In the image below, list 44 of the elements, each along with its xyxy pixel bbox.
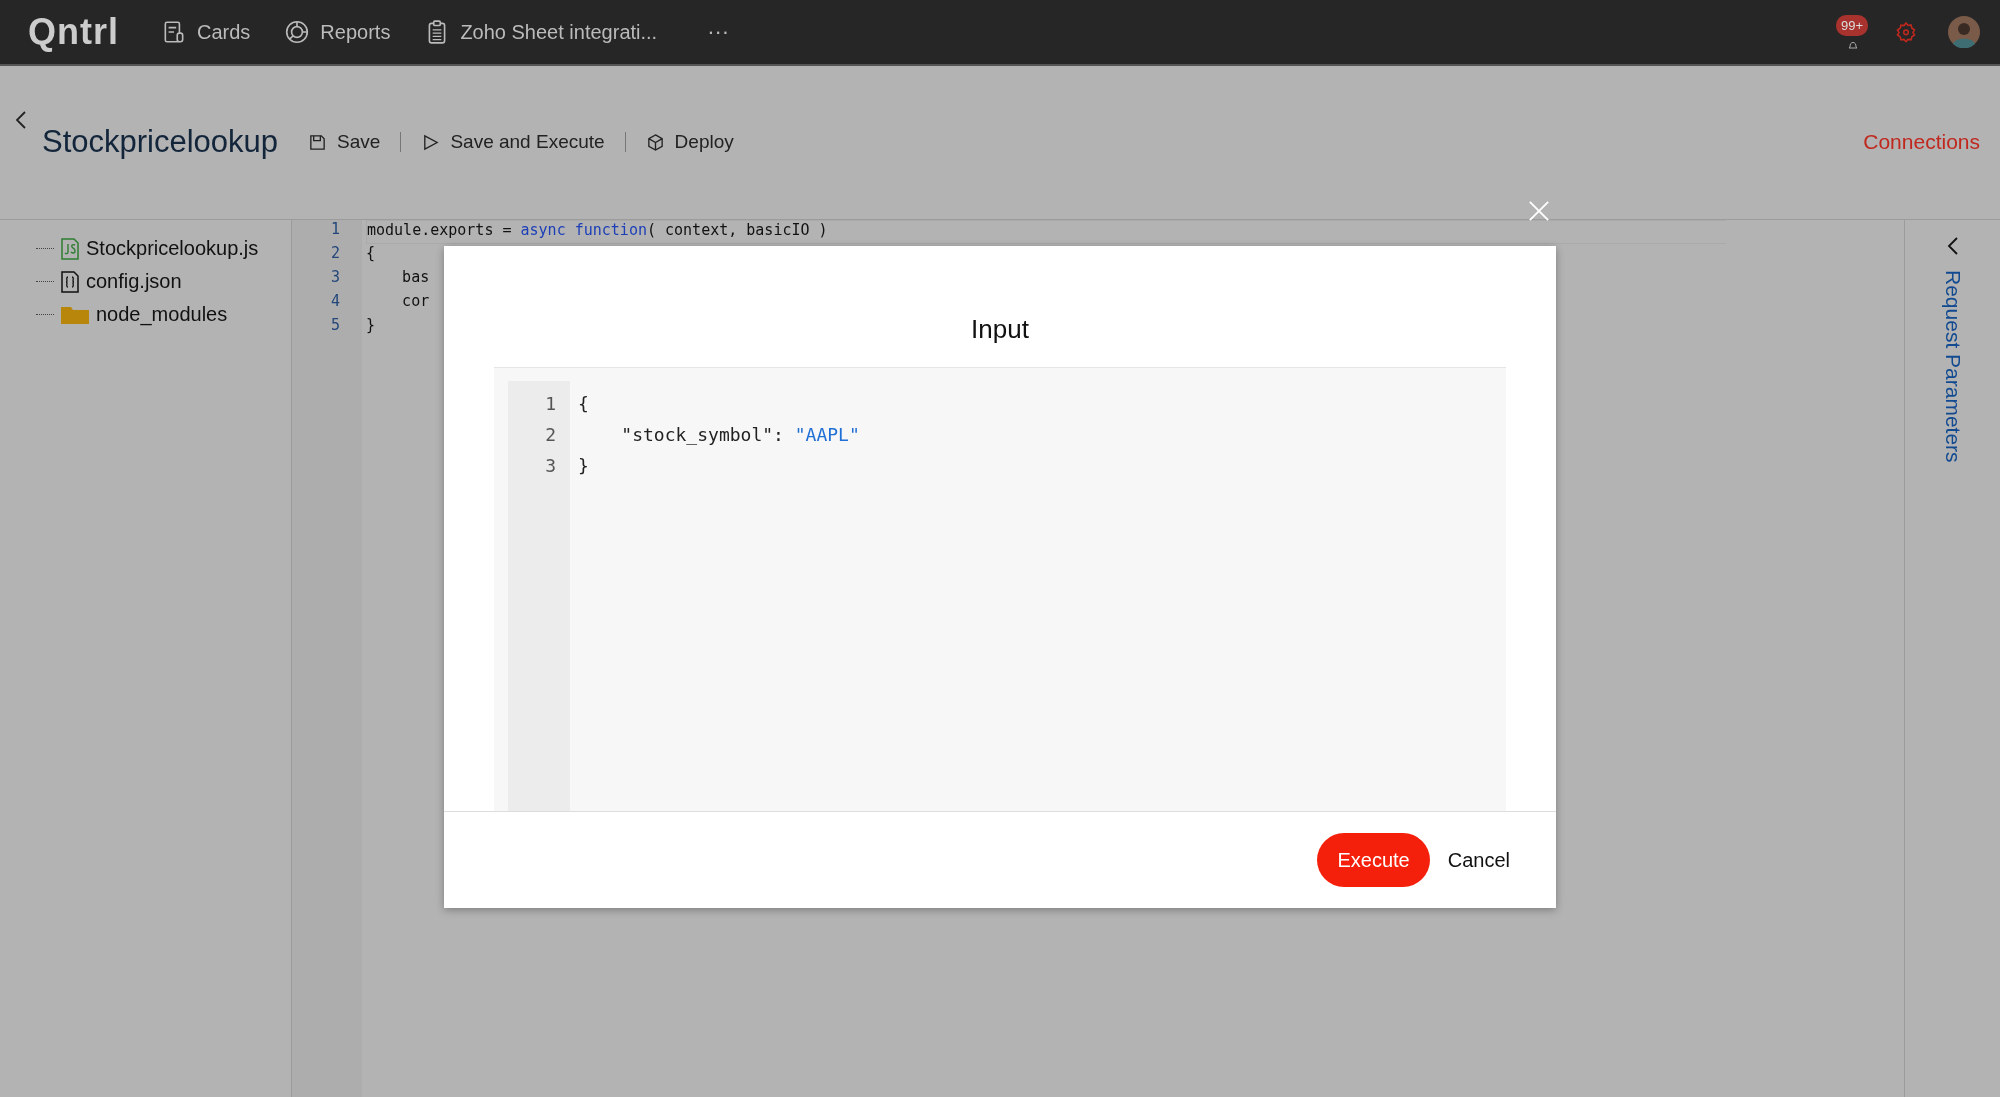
line-number: 3 <box>329 268 341 288</box>
avatar[interactable] <box>1948 16 1980 48</box>
file-name[interactable]: node_modules <box>96 303 228 326</box>
line-number: 2 <box>329 244 341 264</box>
nav-tab[interactable]: Cards <box>161 19 251 45</box>
code-line: bas <box>401 268 430 286</box>
nav-tab[interactable]: Zoho Sheet integrati... <box>424 19 658 45</box>
back-icon[interactable] <box>15 110 27 130</box>
panel-title[interactable]: Request Parameters <box>1940 270 1965 463</box>
file-name[interactable]: Stockpricelookup.js <box>86 237 259 260</box>
line-number: 1 <box>329 220 341 240</box>
file-name[interactable]: config.json <box>86 270 182 293</box>
notification-badge: 99+ <box>1836 15 1869 36</box>
toolbar-button[interactable]: Save <box>308 131 381 153</box>
line-number: 3 <box>544 455 557 478</box>
page-title: Stockpricelookup <box>42 124 279 160</box>
code-line: cor <box>401 292 430 310</box>
toolbar-button[interactable]: Deploy <box>645 131 734 153</box>
code-line: } <box>366 316 376 334</box>
cube-icon <box>645 132 665 152</box>
json-file-icon <box>60 270 80 293</box>
nav-tab[interactable]: Reports <box>284 19 391 45</box>
cancel-button[interactable]: Cancel <box>1447 848 1510 872</box>
line-number: 4 <box>329 292 341 312</box>
js-file-icon <box>60 237 80 260</box>
folder-icon <box>60 304 90 325</box>
line-number: 1 <box>544 393 557 416</box>
more-button[interactable]: ··· <box>707 19 730 45</box>
code-line: { <box>366 244 376 262</box>
code-line: module.exports = async function( context, basicIO ) <box>367 221 828 239</box>
play-icon <box>421 132 441 152</box>
code-line: "stock_symbol": "AAPL" <box>620 424 860 447</box>
toolbar-button[interactable]: Save and Execute <box>421 131 605 153</box>
chart-icon <box>284 19 311 45</box>
code-line: } <box>578 455 590 478</box>
logo[interactable]: Qntrl <box>28 11 119 53</box>
line-number: 2 <box>544 424 557 447</box>
code-line: { <box>578 393 590 416</box>
line-number: 5 <box>329 316 341 336</box>
execute-button[interactable]: Execute <box>1317 833 1430 887</box>
dialog-title: Input <box>970 313 1030 346</box>
close-icon[interactable] <box>1528 200 1550 222</box>
settings-icon[interactable] <box>1894 20 1918 44</box>
collapse-icon[interactable] <box>1946 236 1959 256</box>
